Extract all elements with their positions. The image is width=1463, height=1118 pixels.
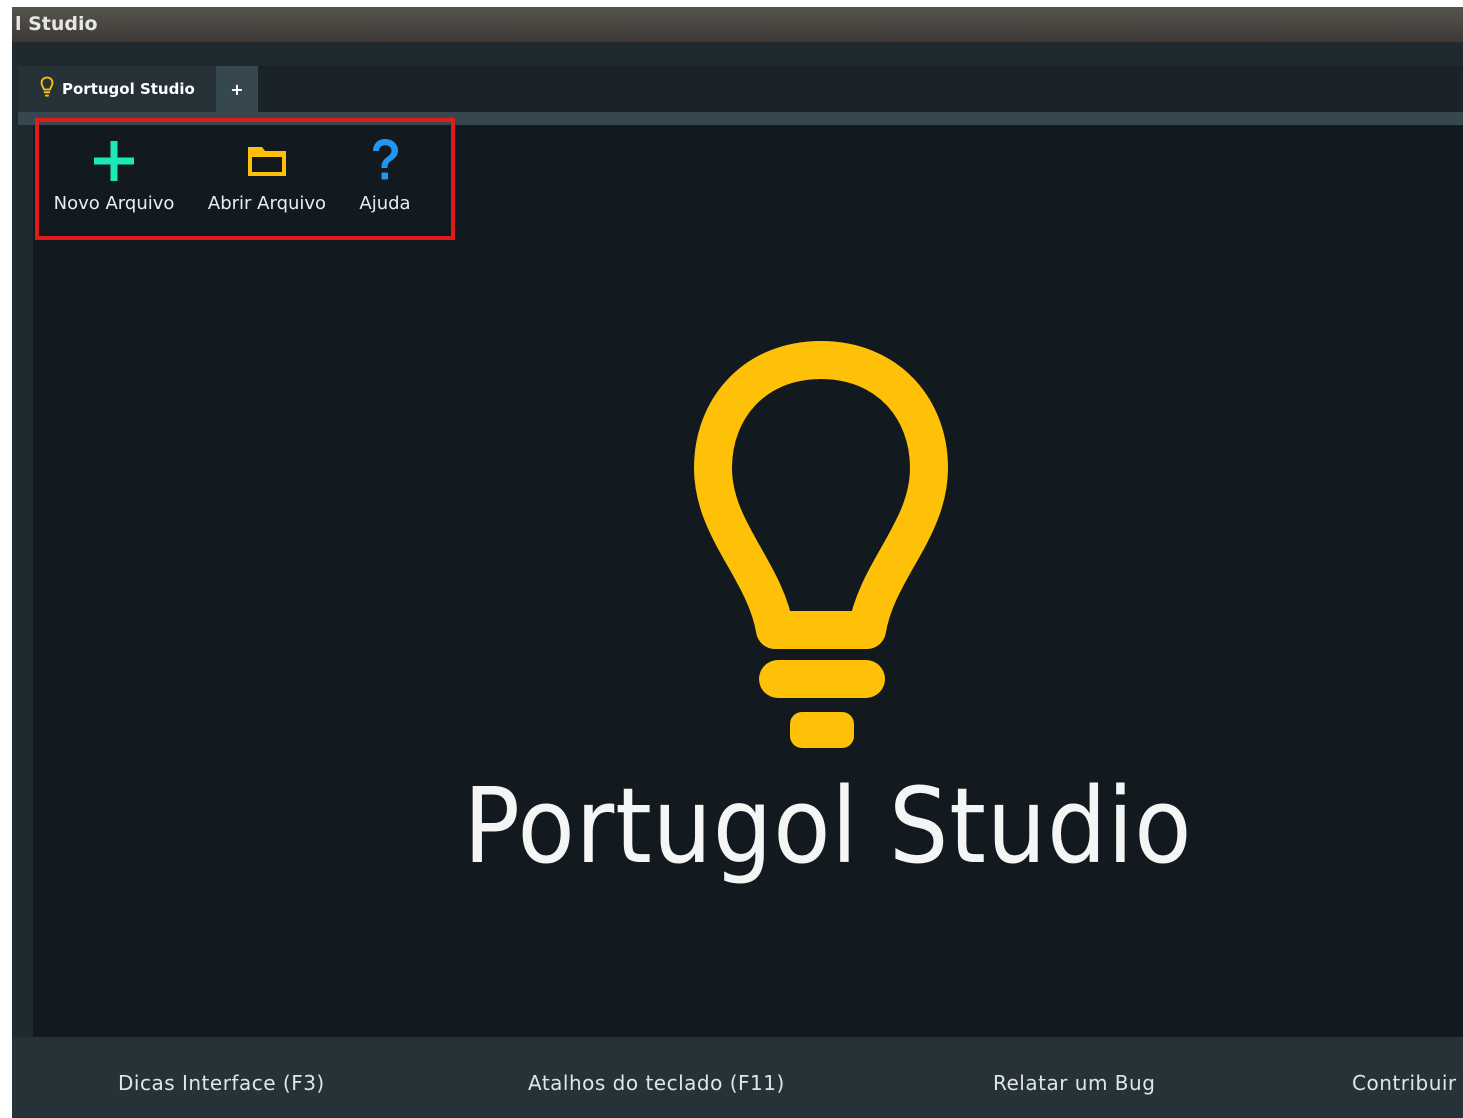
tab-label: Portugol Studio xyxy=(62,80,195,98)
lightbulb-icon xyxy=(40,76,54,102)
plus-icon xyxy=(92,135,136,187)
welcome-panel: Novo Arquivo Abrir Arquivo Ajuda Portugo… xyxy=(33,118,1463,1037)
report-bug-link[interactable]: Relatar um Bug xyxy=(993,1071,1155,1095)
contribute-link[interactable]: Contribuir xyxy=(1352,1071,1457,1095)
tab-portugol-studio[interactable]: Portugol Studio xyxy=(18,66,216,112)
keyboard-shortcuts-link[interactable]: Atalhos do teclado (F11) xyxy=(528,1071,785,1095)
question-icon xyxy=(368,135,402,187)
open-file-button[interactable]: Abrir Arquivo xyxy=(205,135,329,214)
app-logo-text: Portugol Studio xyxy=(463,765,1193,887)
window-title: l Studio xyxy=(15,13,98,35)
open-file-label: Abrir Arquivo xyxy=(207,193,327,214)
help-label: Ajuda xyxy=(359,193,411,214)
new-file-button[interactable]: Novo Arquivo xyxy=(53,135,175,214)
footer-bar: Dicas Interface (F3) Atalhos do teclado … xyxy=(12,1037,1463,1118)
tab-bar: Portugol Studio + xyxy=(18,66,1463,112)
folder-icon xyxy=(246,135,288,187)
title-bar[interactable]: l Studio xyxy=(12,7,1463,43)
interface-tips-link[interactable]: Dicas Interface (F3) xyxy=(118,1071,325,1095)
new-tab-button[interactable]: + xyxy=(216,66,258,112)
plus-icon: + xyxy=(230,79,244,99)
new-file-label: Novo Arquivo xyxy=(53,193,175,214)
lightbulb-icon xyxy=(673,330,973,754)
help-button[interactable]: Ajuda xyxy=(355,135,415,214)
app-window: l Studio Portugol Studio + Novo Arquivo … xyxy=(12,7,1463,1118)
main-area: Portugol Studio + Novo Arquivo Abrir Arq… xyxy=(12,43,1463,1118)
